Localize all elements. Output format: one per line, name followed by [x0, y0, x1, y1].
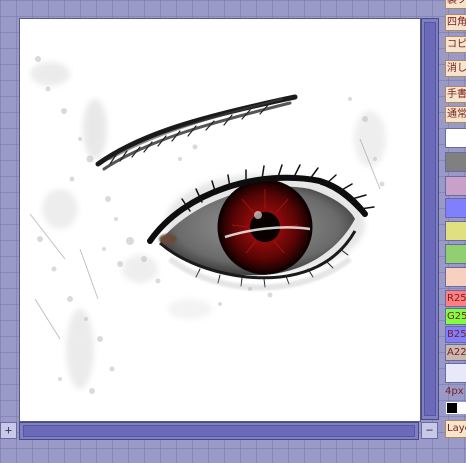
zoom-out-button[interactable]: − — [421, 422, 438, 439]
green-slider[interactable]: G255 — [445, 308, 466, 325]
zoom-in-button[interactable]: + — [0, 422, 17, 439]
tool-button-3[interactable]: 消し — [445, 60, 466, 77]
vertical-scroll-thumb[interactable] — [424, 22, 436, 416]
alpha-slider[interactable]: A225 — [445, 344, 466, 361]
tool-panel: 製フ 四角 コピ 消し 手書 通常 R255 G255 B255 A225 4p… — [443, 0, 466, 463]
palette-swatch-0[interactable] — [445, 128, 466, 148]
palette-swatch-2[interactable] — [445, 176, 466, 196]
tool-button-0[interactable]: 製フ — [445, 0, 466, 9]
tool-button-2[interactable]: コピ — [445, 36, 466, 53]
brush-size-preview[interactable] — [445, 363, 466, 383]
tool-button-4[interactable]: 手書 — [445, 86, 466, 103]
brush-size-label: 4px — [445, 386, 464, 397]
red-slider[interactable]: R255 — [445, 290, 466, 307]
palette-swatch-4[interactable] — [445, 221, 466, 241]
layer-button[interactable]: Layer — [445, 420, 466, 438]
blue-slider[interactable]: B255 — [445, 326, 466, 343]
eye-painting — [29, 56, 386, 394]
horizontal-scrollbar[interactable] — [19, 422, 419, 440]
palette-swatch-5[interactable] — [445, 244, 466, 264]
secondary-color-swatch[interactable] — [458, 402, 466, 414]
tool-button-5[interactable]: 通常 — [445, 106, 466, 123]
palette-swatch-6[interactable] — [445, 267, 466, 287]
primary-color-swatch[interactable] — [446, 402, 458, 414]
palette-swatch-1[interactable] — [445, 152, 466, 172]
horizontal-scroll-thumb[interactable] — [23, 425, 415, 437]
drawing-canvas[interactable] — [19, 18, 421, 422]
tool-button-1[interactable]: 四角 — [445, 14, 466, 31]
vertical-scrollbar[interactable] — [421, 18, 439, 420]
palette-swatch-3[interactable] — [445, 198, 466, 218]
